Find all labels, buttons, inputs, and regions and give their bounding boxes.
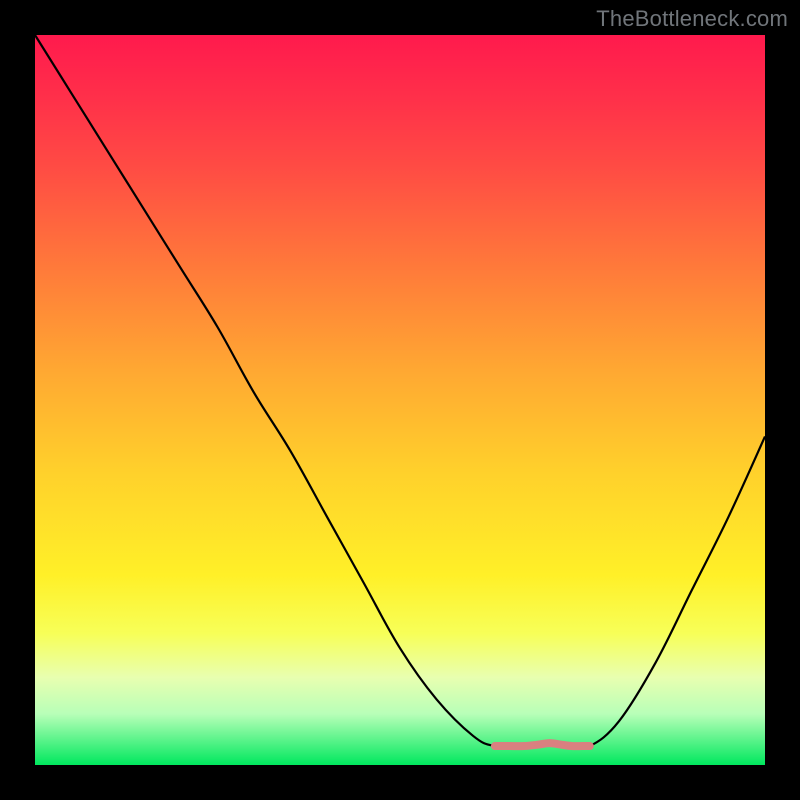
main-curve: [35, 35, 765, 748]
curve-svg: [35, 35, 765, 765]
flat-highlight: [495, 743, 590, 746]
watermark-text: TheBottleneck.com: [596, 6, 788, 32]
chart-frame: TheBottleneck.com: [0, 0, 800, 800]
plot-area: [35, 35, 765, 765]
